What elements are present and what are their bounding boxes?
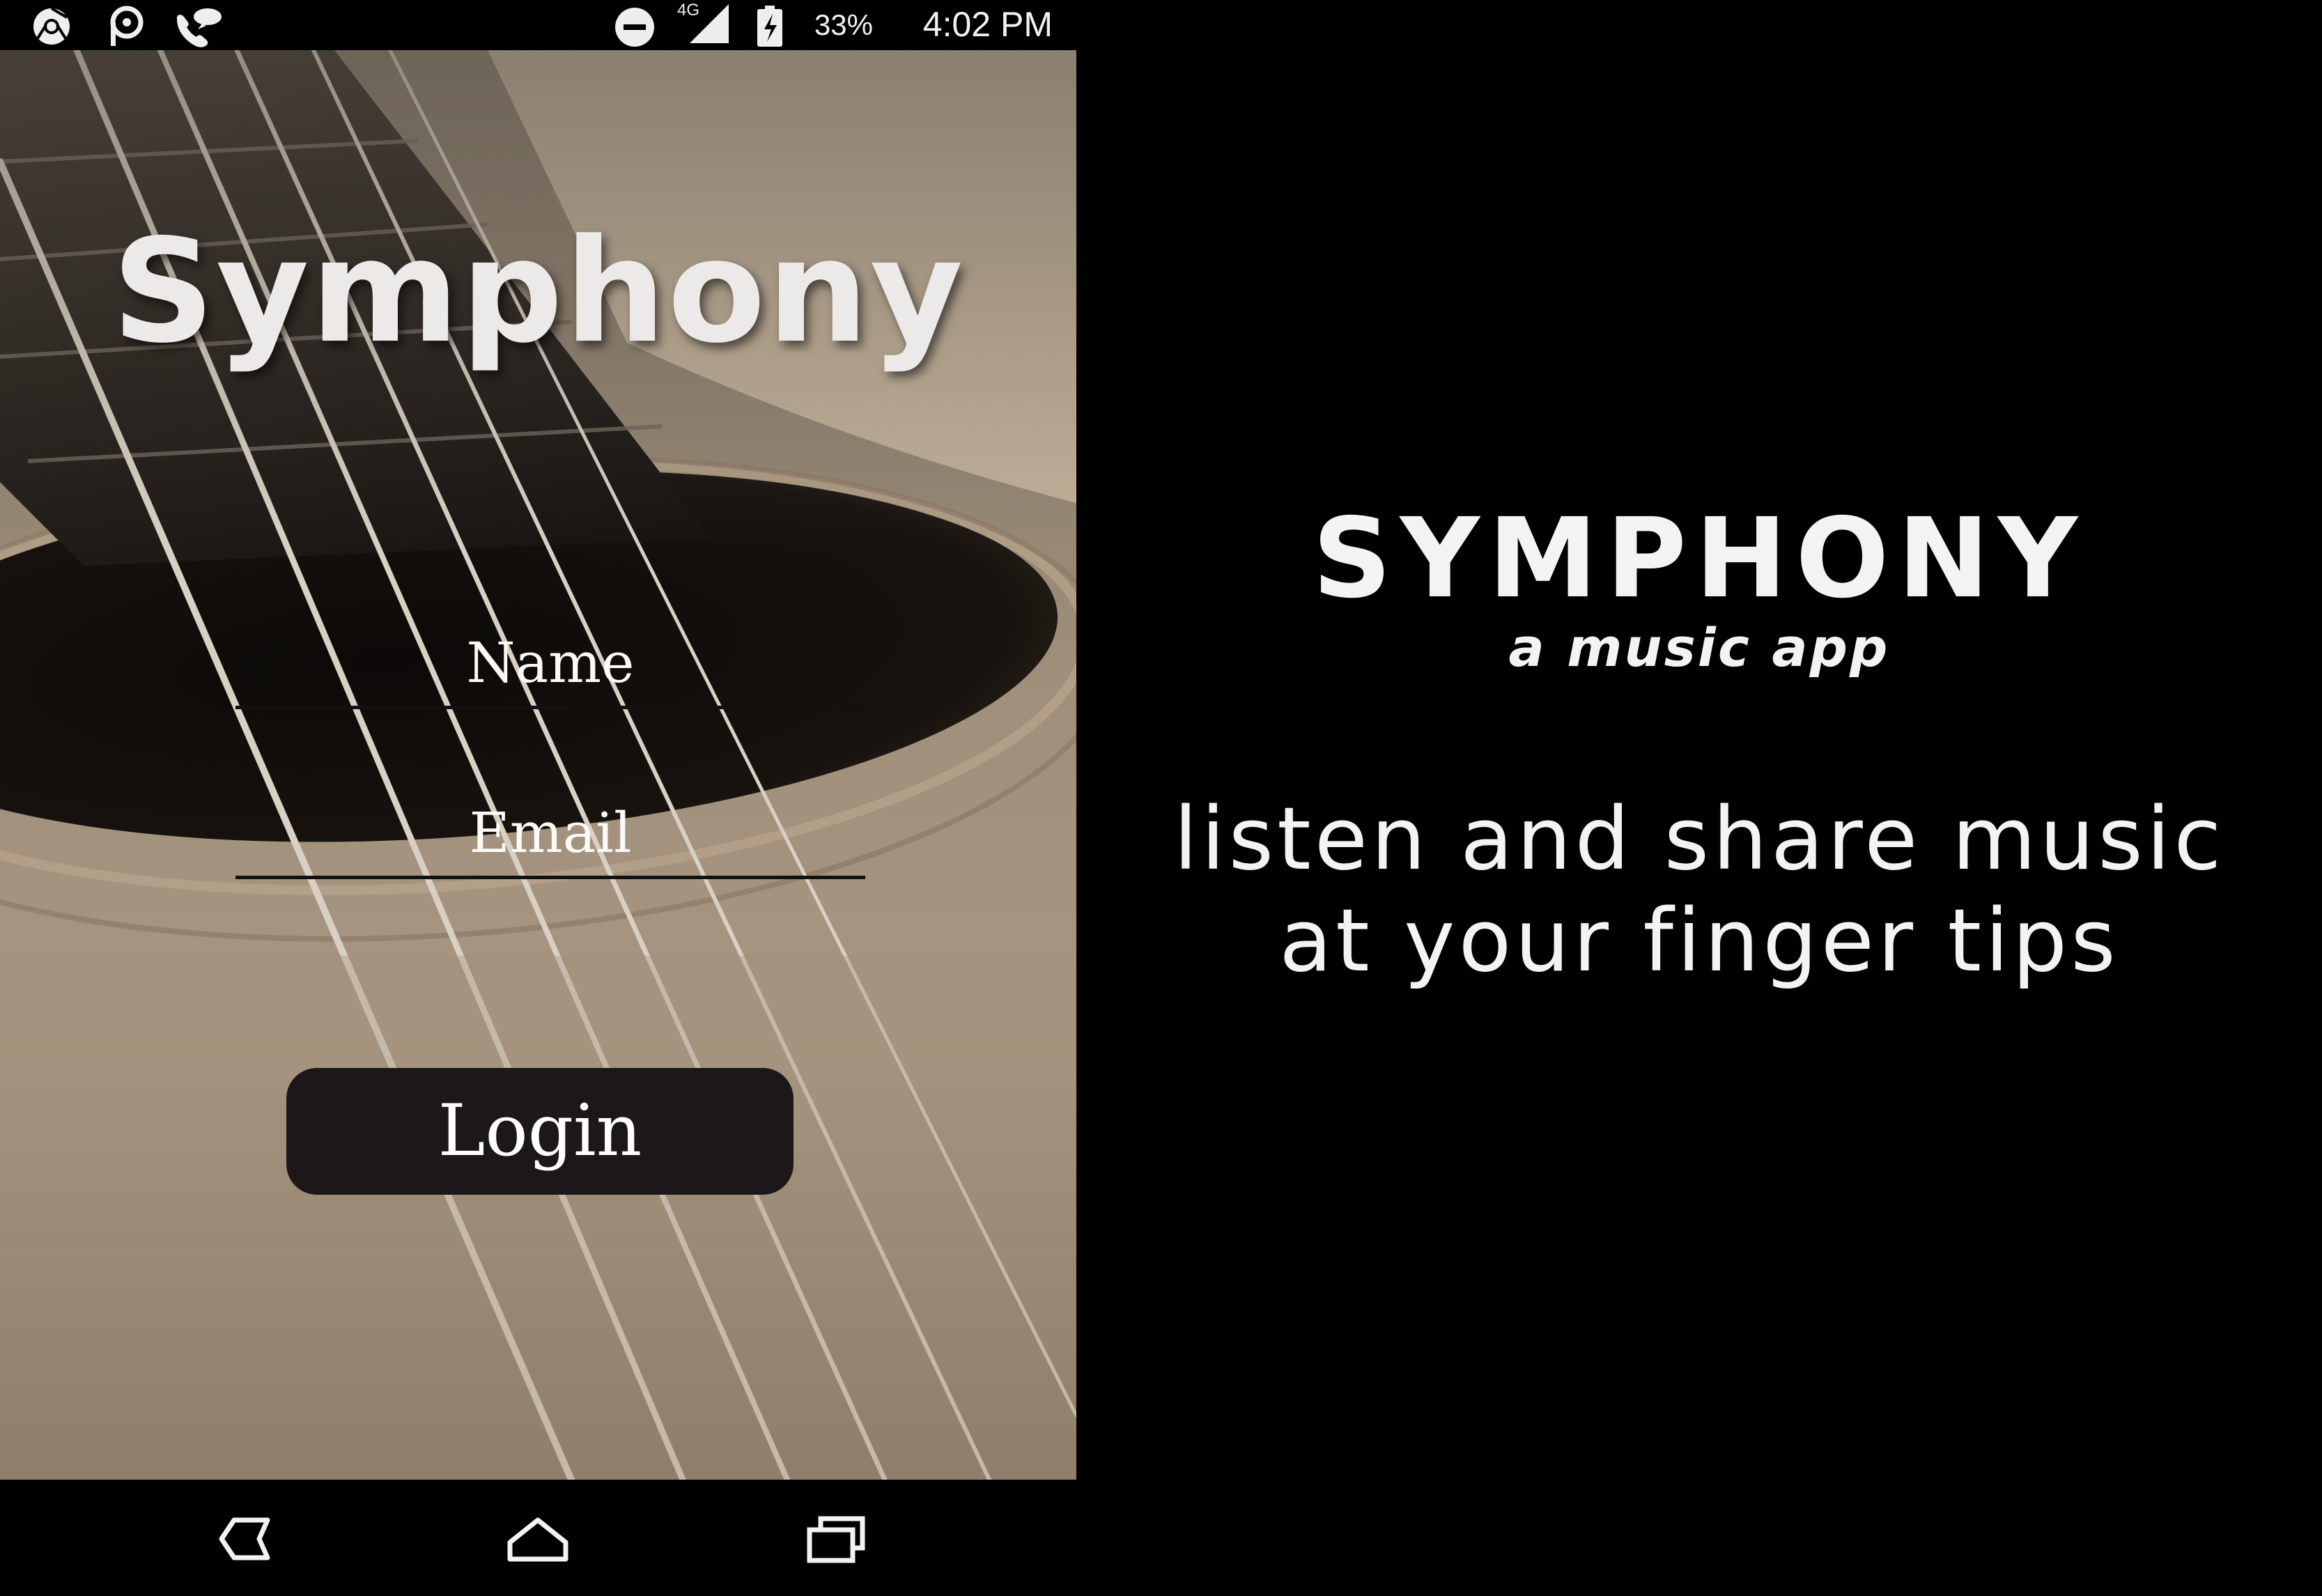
do-not-disturb-icon: [613, 6, 656, 52]
chrome-icon: [31, 6, 72, 51]
email-field: [235, 796, 865, 879]
promo-tagline-line-2: at your finger tips: [1279, 891, 2119, 991]
phone-screen: 4G 33% 4:02 PM Symphony Name Email Login: [0, 0, 1076, 1596]
home-icon[interactable]: [503, 1514, 573, 1563]
name-field: [235, 626, 865, 709]
status-time: 4:02 PM: [922, 5, 1053, 44]
email-underline: [235, 876, 865, 879]
battery-percentage: 33%: [814, 8, 873, 41]
picsart-icon: [105, 6, 146, 51]
recents-icon[interactable]: [801, 1514, 871, 1563]
name-input[interactable]: [235, 626, 865, 699]
call-chat-icon: [171, 6, 224, 51]
signal-icon: 4G: [676, 0, 732, 49]
back-icon[interactable]: [206, 1514, 276, 1563]
name-underline: [235, 706, 865, 709]
promo-title: SYMPHONY: [1312, 495, 2087, 623]
app-title: Symphony: [111, 209, 965, 375]
network-type-label: 4G: [677, 1, 699, 20]
promo-panel: SYMPHONY a music app listen and share mu…: [1076, 0, 2322, 1596]
email-input[interactable]: [235, 796, 865, 869]
battery-icon: [756, 6, 784, 51]
login-button[interactable]: Login: [286, 1068, 794, 1195]
promo-tagline-line-1: listen and share music: [1173, 789, 2225, 890]
login-screen: Symphony Login: [0, 50, 1076, 1480]
promo-subtitle: a music app: [1508, 617, 1890, 679]
status-bar: 4G 33% 4:02 PM: [0, 0, 1076, 50]
navigation-bar: [0, 1480, 1076, 1596]
